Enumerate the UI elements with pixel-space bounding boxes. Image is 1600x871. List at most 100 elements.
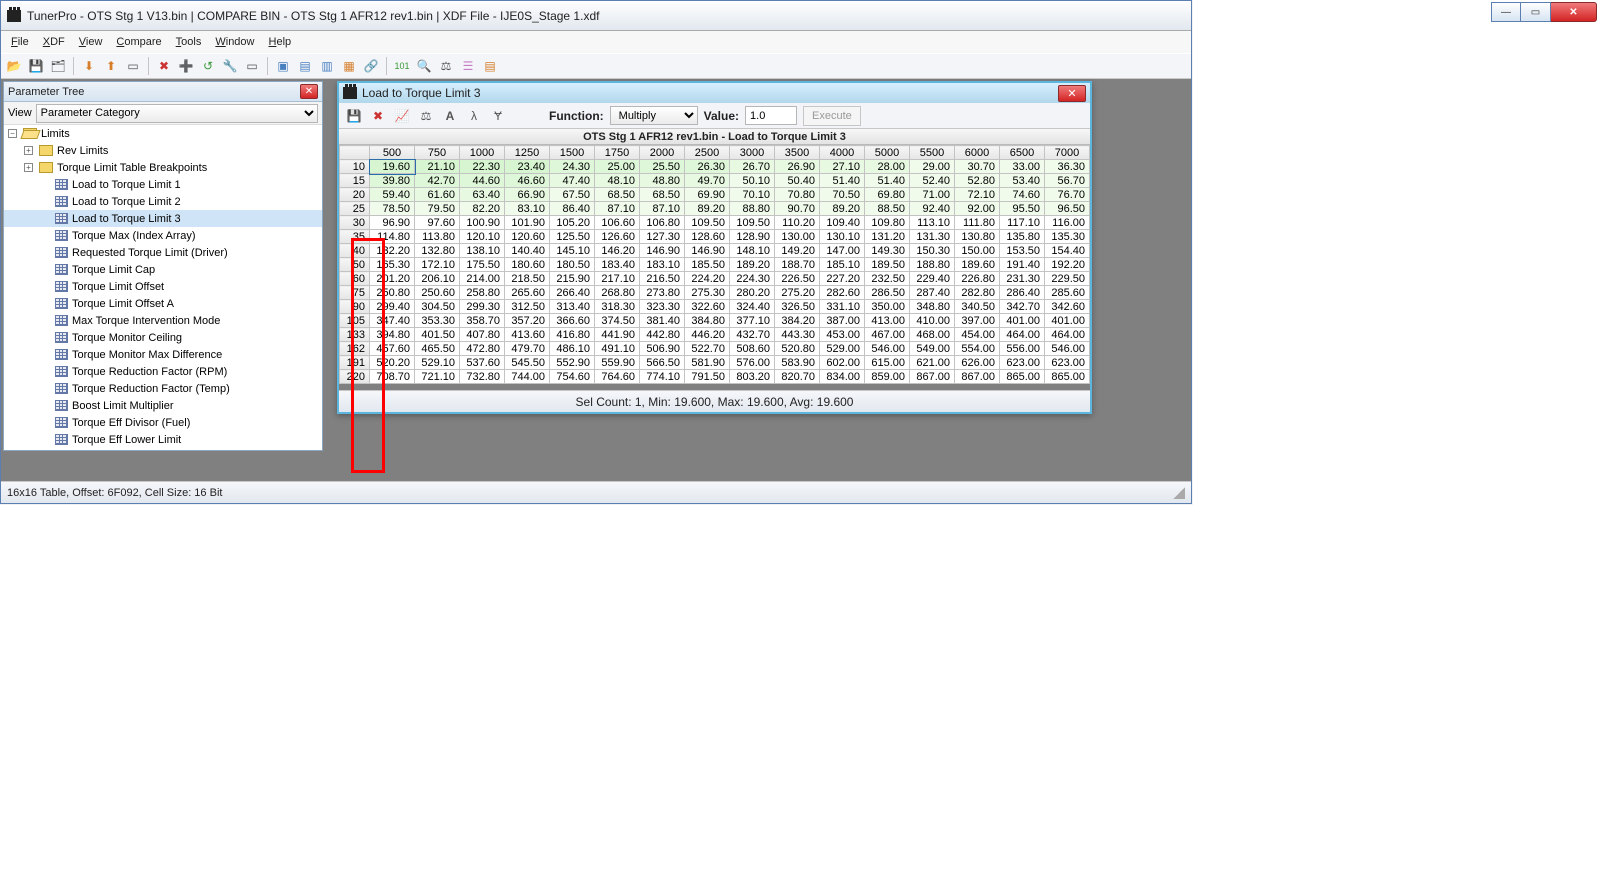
cell[interactable]: 520.80: [775, 342, 820, 356]
cell[interactable]: 150.00: [955, 244, 1000, 258]
cell[interactable]: 113.10: [910, 216, 955, 230]
delete-icon[interactable]: ✖: [155, 57, 173, 75]
cell[interactable]: 96.50: [1045, 202, 1090, 216]
col-header[interactable]: 1250: [505, 146, 550, 160]
cell[interactable]: 546.00: [865, 342, 910, 356]
cell[interactable]: 486.10: [550, 342, 595, 356]
cell[interactable]: 95.50: [1000, 202, 1045, 216]
cell[interactable]: 59.40: [370, 188, 415, 202]
cell[interactable]: 413.60: [505, 328, 550, 342]
table-icon[interactable]: ▦: [340, 57, 358, 75]
cell[interactable]: 172.10: [415, 258, 460, 272]
col-header[interactable]: 6500: [1000, 146, 1045, 160]
cell[interactable]: 165.30: [370, 258, 415, 272]
cell[interactable]: 299.30: [460, 300, 505, 314]
cell[interactable]: 287.40: [910, 286, 955, 300]
cell[interactable]: 39.80: [370, 174, 415, 188]
row-header[interactable]: 191: [340, 356, 370, 370]
cell[interactable]: 49.70: [685, 174, 730, 188]
cell[interactable]: 36.30: [1045, 160, 1090, 174]
row-header[interactable]: 35: [340, 230, 370, 244]
cell[interactable]: 623.00: [1045, 356, 1090, 370]
cell[interactable]: 53.40: [1000, 174, 1045, 188]
cell[interactable]: 117.10: [1000, 216, 1045, 230]
compare-icon[interactable]: ⚖: [437, 57, 455, 75]
cell[interactable]: 453.00: [820, 328, 865, 342]
cell[interactable]: 791.50: [685, 370, 730, 384]
cell[interactable]: 545.50: [505, 356, 550, 370]
cell[interactable]: 226.80: [955, 272, 1000, 286]
cell[interactable]: 87.10: [640, 202, 685, 216]
cell[interactable]: 250.60: [415, 286, 460, 300]
cell[interactable]: 214.00: [460, 272, 505, 286]
cell[interactable]: 68.50: [640, 188, 685, 202]
cell[interactable]: 286.50: [865, 286, 910, 300]
cell[interactable]: 189.20: [730, 258, 775, 272]
cell[interactable]: 76.70: [1045, 188, 1090, 202]
cell[interactable]: 342.60: [1045, 300, 1090, 314]
cell[interactable]: 127.30: [640, 230, 685, 244]
cell[interactable]: 132.20: [370, 244, 415, 258]
download-icon[interactable]: ⬇: [80, 57, 98, 75]
cell[interactable]: 454.00: [955, 328, 1000, 342]
cell[interactable]: 82.20: [460, 202, 505, 216]
cell[interactable]: 374.50: [595, 314, 640, 328]
cell[interactable]: 106.60: [595, 216, 640, 230]
row-header[interactable]: 90: [340, 300, 370, 314]
cell[interactable]: 621.00: [910, 356, 955, 370]
cell[interactable]: 138.10: [460, 244, 505, 258]
row-header[interactable]: 50: [340, 258, 370, 272]
cell[interactable]: 188.70: [775, 258, 820, 272]
cell[interactable]: 576.00: [730, 356, 775, 370]
row-header[interactable]: 60: [340, 272, 370, 286]
cell[interactable]: 865.00: [1000, 370, 1045, 384]
cell[interactable]: 147.00: [820, 244, 865, 258]
cell[interactable]: 70.10: [730, 188, 775, 202]
cell[interactable]: 744.00: [505, 370, 550, 384]
cell[interactable]: 189.60: [955, 258, 1000, 272]
cell[interactable]: 52.80: [955, 174, 1000, 188]
cell[interactable]: 229.40: [910, 272, 955, 286]
menu-tools[interactable]: Tools: [170, 34, 208, 50]
cell[interactable]: 114.80: [370, 230, 415, 244]
cell[interactable]: 467.00: [865, 328, 910, 342]
cell[interactable]: 109.80: [865, 216, 910, 230]
cell[interactable]: 384.80: [685, 314, 730, 328]
cell[interactable]: 397.00: [955, 314, 1000, 328]
row-header[interactable]: 10: [340, 160, 370, 174]
cell[interactable]: 357.20: [505, 314, 550, 328]
maximize-button[interactable]: ▭: [1521, 2, 1551, 22]
tree-node[interactable]: Torque Eff Divisor (Fuel): [4, 414, 322, 431]
tree-node[interactable]: Requested Torque Limit (Driver): [4, 244, 322, 261]
col-header[interactable]: 2500: [685, 146, 730, 160]
cell[interactable]: 479.70: [505, 342, 550, 356]
cell[interactable]: 350.00: [865, 300, 910, 314]
cell[interactable]: 266.40: [550, 286, 595, 300]
cell[interactable]: 602.00: [820, 356, 865, 370]
cell[interactable]: 67.50: [550, 188, 595, 202]
cell[interactable]: 280.20: [730, 286, 775, 300]
upload-icon[interactable]: ⬆: [102, 57, 120, 75]
cell[interactable]: 89.20: [820, 202, 865, 216]
tree-node[interactable]: Load to Torque Limit 3: [4, 210, 322, 227]
cell[interactable]: 23.40: [505, 160, 550, 174]
row-header[interactable]: 30: [340, 216, 370, 230]
cell[interactable]: 265.60: [505, 286, 550, 300]
cell[interactable]: 128.60: [685, 230, 730, 244]
menu-view[interactable]: View: [73, 34, 109, 50]
cell[interactable]: 42.70: [415, 174, 460, 188]
cell[interactable]: 26.70: [730, 160, 775, 174]
cell[interactable]: 820.70: [775, 370, 820, 384]
col-header[interactable]: 5000: [865, 146, 910, 160]
cell[interactable]: 61.60: [415, 188, 460, 202]
cell[interactable]: 69.80: [865, 188, 910, 202]
cell[interactable]: 443.30: [775, 328, 820, 342]
row-header[interactable]: 40: [340, 244, 370, 258]
cell[interactable]: 70.80: [775, 188, 820, 202]
cell[interactable]: 149.30: [865, 244, 910, 258]
cell[interactable]: 146.90: [685, 244, 730, 258]
cell[interactable]: 304.50: [415, 300, 460, 314]
cell[interactable]: 549.00: [910, 342, 955, 356]
cell[interactable]: 68.50: [595, 188, 640, 202]
cell[interactable]: 394.80: [370, 328, 415, 342]
